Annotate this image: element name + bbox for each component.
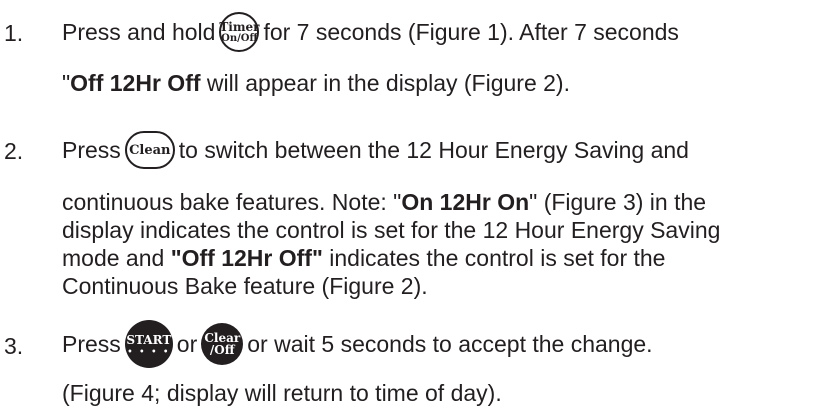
step-text: to switch between the 12 Hour Energy Sav… [178,136,689,163]
step-text: or [176,330,198,357]
start-button-label: START [126,332,172,347]
quote-mark: " [62,70,71,96]
step-2-line-1: Press Clean to switch between the 12 Hou… [62,128,689,172]
timer-button-label: Timer [219,19,260,34]
step-1-line-2: " Off 12Hr Off will appear in the display… [62,70,570,97]
step-text: Press and hold [62,18,216,45]
display-message-off-12hr: Off 12Hr Off [70,70,201,96]
display-message-off-12hr: "Off 12Hr Off" [170,245,323,271]
step-text: indicates the control is set for the [322,245,666,271]
step-number: 2. [4,138,24,164]
step-text: " (Figure 3) in the [529,189,707,215]
timer-button-sublabel: On/Off [221,32,258,44]
timer-on-off-button-icon: Timer On/Off [219,12,260,52]
display-message-on-12hr: On 12Hr On [401,189,530,215]
clear-off-button-icon: Clear /Off [201,323,244,365]
clean-button-label: Clean [129,142,171,158]
step-text: mode and [62,245,171,271]
step-number: 3. [4,333,24,359]
step-text: will appear in the display (Figure 2). [200,70,570,96]
step-2-line-2: continuous bake features. Note: " On 12Hr… [62,189,706,216]
step-text: (Figure 4; display will return to time o… [62,380,502,406]
step-2-line-3: display indicates the control is set for… [62,217,720,244]
step-text: Continuous Bake feature (Figure 2). [62,273,428,299]
start-button-icon: START • • • • [124,320,173,368]
step-number: 1. [4,20,24,46]
step-text: continuous bake features. Note: " [62,189,402,215]
step-text: or wait 5 seconds to accept the change. [247,330,653,357]
step-1-line-1: Press and hold Timer On/Off for 7 second… [62,10,679,54]
step-3-line-2: (Figure 4; display will return to time o… [62,380,502,407]
step-2-line-4: mode and "Off 12Hr Off" indicates the co… [62,245,665,272]
step-2-line-5: Continuous Bake feature (Figure 2). [62,273,428,300]
step-3-line-1: Press START • • • • or Clear /Off or wai… [62,318,653,370]
start-button-dots: • • • • [127,345,171,356]
step-text: for 7 seconds (Figure 1). After 7 second… [263,18,679,45]
step-text: display indicates the control is set for… [62,217,721,243]
step-text: Press [62,136,121,163]
clean-button-icon: Clean [124,131,175,169]
clear-button-sublabel: /Off [209,343,235,357]
step-text: Press [62,330,121,357]
